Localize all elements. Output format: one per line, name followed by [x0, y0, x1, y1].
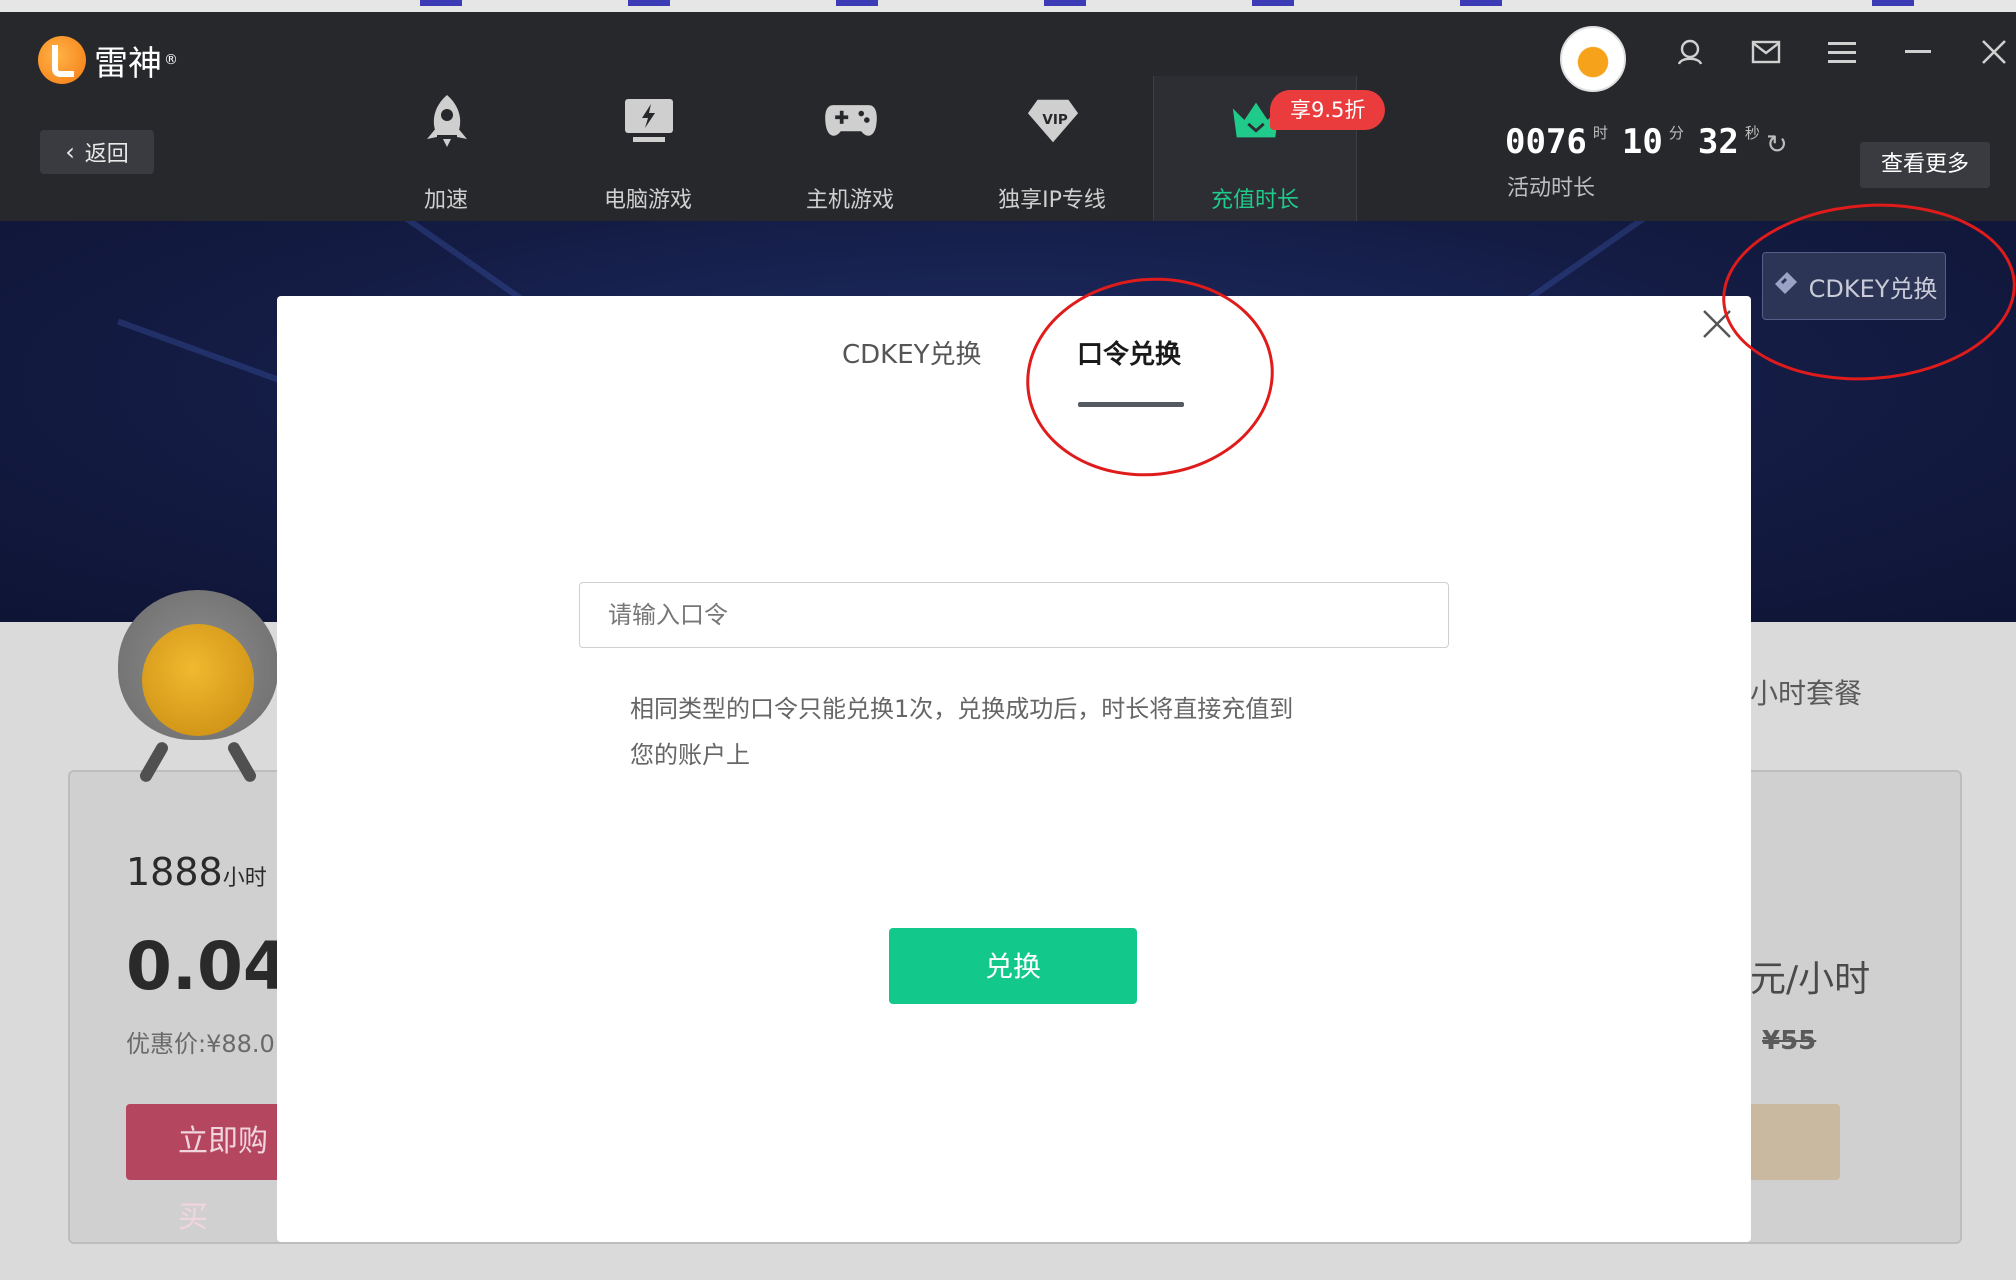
nav-label: 加速: [423, 188, 468, 213]
active-tab-indicator: [1078, 402, 1184, 407]
timer-hours-unit: 时: [1592, 124, 1608, 142]
strip-marker: [1044, 0, 1086, 6]
cdkey-button-label: CDKEY兑换: [1808, 274, 1938, 303]
nav-item-accelerate[interactable]: 加速: [345, 76, 547, 221]
pc-game-icon: [622, 94, 676, 148]
nav-item-pc-games[interactable]: 电脑游戏: [547, 76, 749, 221]
package-title: 小时套餐: [1750, 677, 1863, 710]
timer-label: 活动时长: [1507, 176, 1596, 201]
redeem-hint-line: 相同类型的口令只能兑换1次，兑换成功后，时长将直接充值到: [630, 695, 1294, 723]
strip-marker: [420, 0, 462, 6]
tab-code-redeem[interactable]: 口令兑换: [1077, 334, 1181, 371]
registered-mark: ®: [164, 52, 178, 68]
nav-label: 独享IP专线: [998, 188, 1106, 213]
package-hours: 1888小时: [126, 850, 267, 894]
package-hours-unit: 小时: [222, 866, 267, 891]
back-button[interactable]: ‹ 返回: [40, 130, 154, 174]
code-input[interactable]: [579, 582, 1449, 648]
mascot-leg: [225, 739, 259, 785]
logo-text: 雷神: [94, 43, 162, 84]
buy-button-right[interactable]: [1750, 1104, 1840, 1180]
back-label: 返回: [84, 142, 129, 167]
nav-item-console-games[interactable]: 主机游戏: [749, 76, 951, 221]
support-icon[interactable]: [1670, 32, 1710, 72]
timer-seconds: 32: [1697, 122, 1739, 162]
timer-minutes: 10: [1621, 122, 1663, 162]
nav-label: 充值时长: [1210, 188, 1299, 213]
package-original-price: ¥55: [1762, 1026, 1817, 1056]
nav-label: 电脑游戏: [603, 188, 692, 213]
nav-item-dedicated-ip[interactable]: VIP 独享IP专线: [951, 76, 1153, 221]
buy-now-button[interactable]: 立即购买: [126, 1104, 286, 1235]
top-strip: [0, 0, 2016, 12]
redeem-hint-line: 您的账户上: [630, 741, 750, 769]
redeem-button[interactable]: 兑换: [889, 928, 1137, 1004]
package-discount-price: 优惠价:¥88.0: [126, 1030, 275, 1058]
discount-badge: 享9.5折: [1270, 90, 1386, 130]
tab-cdkey[interactable]: CDKEY兑换: [842, 334, 982, 371]
gamepad-icon: [824, 94, 878, 148]
cdkey-redeem-button[interactable]: CDKEY兑换: [1762, 252, 1946, 320]
timer-hours: 0076: [1505, 122, 1587, 162]
app-window: 雷神 ® ‹ 返回 加速 电脑游戏 主机游戏 VIP 独享IP专线 充值时长 享…: [0, 0, 2016, 1280]
strip-marker: [1872, 0, 1914, 6]
leishen-logo-icon: [38, 36, 86, 84]
strip-marker: [1460, 0, 1502, 6]
refresh-icon[interactable]: ↻: [1766, 130, 1788, 160]
mail-icon[interactable]: [1746, 32, 1786, 72]
mascot-illustration: [118, 590, 278, 790]
view-more-button[interactable]: 查看更多: [1860, 142, 1990, 188]
svg-text:VIP: VIP: [1042, 112, 1067, 128]
activity-timer: 0076 时 10 分 32 秒 ↻: [1505, 122, 1788, 162]
package-hours-value: 1888: [126, 850, 223, 894]
nav-label: 主机游戏: [805, 188, 894, 213]
strip-marker: [628, 0, 670, 6]
ticket-icon: [1771, 268, 1801, 304]
package-price-unit: 元/小时: [1750, 959, 1871, 1000]
main-nav: 加速 电脑游戏 主机游戏 VIP 独享IP专线 充值时长: [345, 76, 1357, 234]
title-bar: 雷神 ® ‹ 返回 加速 电脑游戏 主机游戏 VIP 独享IP专线 充值时长 享…: [0, 12, 2016, 221]
strip-marker: [1252, 0, 1294, 6]
chevron-left-icon: ‹: [65, 138, 75, 166]
close-icon[interactable]: [1695, 304, 1739, 348]
app-logo: 雷神 ®: [38, 30, 178, 90]
minimize-icon[interactable]: [1898, 32, 1938, 72]
timer-seconds-unit: 秒: [1744, 124, 1760, 142]
strip-marker: [836, 0, 878, 6]
redeem-dialog: CDKEY兑换 口令兑换 相同类型的口令只能兑换1次，兑换成功后，时长将直接充值…: [277, 296, 1751, 1242]
user-avatar[interactable]: [1560, 26, 1626, 92]
timer-minutes-unit: 分: [1668, 124, 1684, 142]
vip-diamond-icon: VIP: [1026, 94, 1080, 148]
close-window-icon[interactable]: [1974, 32, 2014, 72]
mascot-face: [142, 624, 254, 736]
redeem-hint: 相同类型的口令只能兑换1次，兑换成功后，时长将直接充值到 您的账户上: [630, 686, 1430, 778]
menu-icon[interactable]: [1822, 32, 1862, 72]
rocket-icon: [420, 94, 474, 148]
mascot-leg: [137, 739, 171, 785]
